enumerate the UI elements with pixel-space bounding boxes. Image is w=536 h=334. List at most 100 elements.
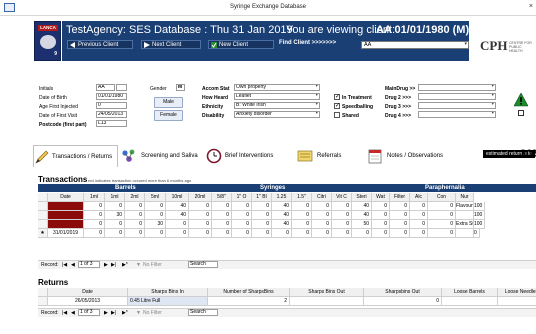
next-client-button[interactable]: Next Client [141,40,201,49]
table-cell[interactable]: 0 [332,220,352,229]
table-cell[interactable]: 40 [352,211,372,220]
new-record-button[interactable]: ▶* [122,261,128,270]
prev-record-button[interactable]: ◀ [71,261,75,270]
disability-combo[interactable]: Anxiety disorder [234,111,320,118]
speedballing-checkbox[interactable]: ✓ [334,103,340,109]
column-header[interactable]: 1" Bl [252,193,272,202]
tab-transactions[interactable]: Transactions / Returns [33,145,118,167]
table-cell[interactable]: 0 [189,211,212,220]
table-cell[interactable]: 0 [252,220,272,229]
table-cell[interactable]: 40 [272,220,292,229]
close-icon[interactable]: × [529,3,533,10]
tab-screening[interactable]: Screening and Saliva [121,145,201,167]
drug4-combo[interactable] [418,111,496,118]
table-cell[interactable]: 0 [232,211,252,220]
table-cell[interactable]: 0 [372,211,390,220]
table-cell[interactable]: 0 [145,211,166,220]
no-filter-label[interactable]: No Filter [143,261,162,270]
table-cell[interactable]: 0 [212,229,232,238]
how-heard-combo[interactable]: Leaflet [234,93,320,100]
table-cell[interactable]: 0 [428,220,456,229]
table-cell[interactable]: 0 [372,220,390,229]
table-cell[interactable]: 0 [390,211,410,220]
table-cell[interactable]: 0 [312,211,332,220]
initials-field[interactable]: AA [96,84,115,91]
table-cell[interactable]: 0 [252,202,272,211]
date-cell[interactable]: 26/05/2013 [48,297,128,306]
shared-checkbox[interactable] [334,112,340,118]
table-cell[interactable]: Flavoun [456,202,474,211]
table-cell[interactable]: 0 [410,220,428,229]
next-record-button[interactable]: ▶ [104,261,108,270]
table-cell[interactable]: 100 [474,220,486,229]
first-record-button[interactable]: |◀ [62,261,67,270]
alert-checkbox[interactable] [518,110,524,116]
table-row[interactable]: 0 0 0 0 40 0 0 0 0 40 0 0 0 40 0 0 0 0 Flavoun 100 [38,202,536,211]
table-cell[interactable]: 0 [272,229,292,238]
table-cell[interactable]: 0 [125,220,145,229]
table-cell[interactable]: 0 [125,211,145,220]
age-first-injected-field[interactable]: 0 [96,102,127,109]
no-filter-label[interactable]: No Filter [143,309,162,318]
dob-field[interactable]: 01/01/1980 [96,93,127,100]
date-cell[interactable]: 31/01/2019 [48,229,84,238]
table-cell[interactable]: 0 [292,229,312,238]
record-position[interactable]: 1 of 3 [78,261,100,268]
table-cell[interactable]: 40 [166,211,189,220]
table-cell[interactable]: 0 [352,229,372,238]
table-cell[interactable]: 0 [189,220,212,229]
table-cell[interactable]: 0 [232,229,252,238]
table-cell[interactable] [456,229,474,238]
date-cell[interactable] [48,202,84,211]
table-cell[interactable]: 0 [125,202,145,211]
column-header[interactable]: 1ml [105,193,125,202]
table-cell[interactable]: 2 [208,297,290,306]
next-record-button[interactable]: ▶ [104,309,108,318]
row-selector[interactable] [38,220,48,229]
table-cell[interactable]: 30 [145,220,166,229]
table-cell[interactable]: 30 [105,211,125,220]
table-cell[interactable]: 0 [390,202,410,211]
column-header[interactable]: Date [48,288,128,297]
postcode-field[interactable]: L13 [96,120,127,127]
row-selector[interactable] [38,211,48,220]
column-header[interactable]: Sharpsbins Out [364,288,442,297]
column-header[interactable]: Number of SharpsBins [208,288,290,297]
column-header[interactable]: 5/8" [212,193,232,202]
table-cell[interactable]: 0 [252,229,272,238]
column-header[interactable]: Steri [352,193,372,202]
table-cell[interactable]: 0 [474,229,480,238]
table-cell[interactable]: 0 [145,229,166,238]
table-cell[interactable]: 0 [166,229,189,238]
date-cell[interactable] [48,211,84,220]
table-cell[interactable]: 0.45 Litre Full [128,297,208,306]
table-cell[interactable]: 0 [105,220,125,229]
table-cell[interactable]: 40 [272,202,292,211]
table-cell[interactable]: 0 [232,202,252,211]
table-cell[interactable]: 0 [428,229,456,238]
table-cell[interactable]: 0 [232,220,252,229]
table-cell[interactable]: 0 [166,220,189,229]
row-selector[interactable] [38,202,48,211]
table-cell[interactable]: 0 [105,202,125,211]
table-cell[interactable]: 40 [272,211,292,220]
previous-client-button[interactable]: Previous Client [67,40,133,49]
column-header[interactable]: Sharps Bins In [128,288,208,297]
last-record-button[interactable]: ▶| [111,261,116,270]
table-cell[interactable]: 0 [292,211,312,220]
table-cell[interactable]: 0 [145,202,166,211]
accom-stat-combo[interactable]: Own property [234,84,320,91]
table-cell[interactable]: 0 [84,220,105,229]
table-cell[interactable]: 0 [332,229,352,238]
column-header[interactable]: 1.25 [272,193,292,202]
table-row[interactable]: 26/05/20130.45 Litre Full2 0 0 [38,297,536,306]
table-cell[interactable]: 0 [410,202,428,211]
column-header[interactable]: 2ml [125,193,145,202]
table-cell[interactable]: 0 [212,220,232,229]
table-row[interactable]: 0 30 0 0 40 0 0 0 0 40 0 0 0 40 0 0 0 0 100 [38,211,536,220]
ethnicity-combo[interactable]: B: White Irish [234,102,320,109]
main-drug-combo[interactable] [418,84,496,91]
gender-field[interactable]: M [176,84,185,91]
table-cell[interactable]: 0 [84,211,105,220]
table-row[interactable]: ★ 31/01/2019 0 0 0 0 0 0 0 0 0 0 0 0 0 0 0 0 0 0 0 [38,229,536,238]
